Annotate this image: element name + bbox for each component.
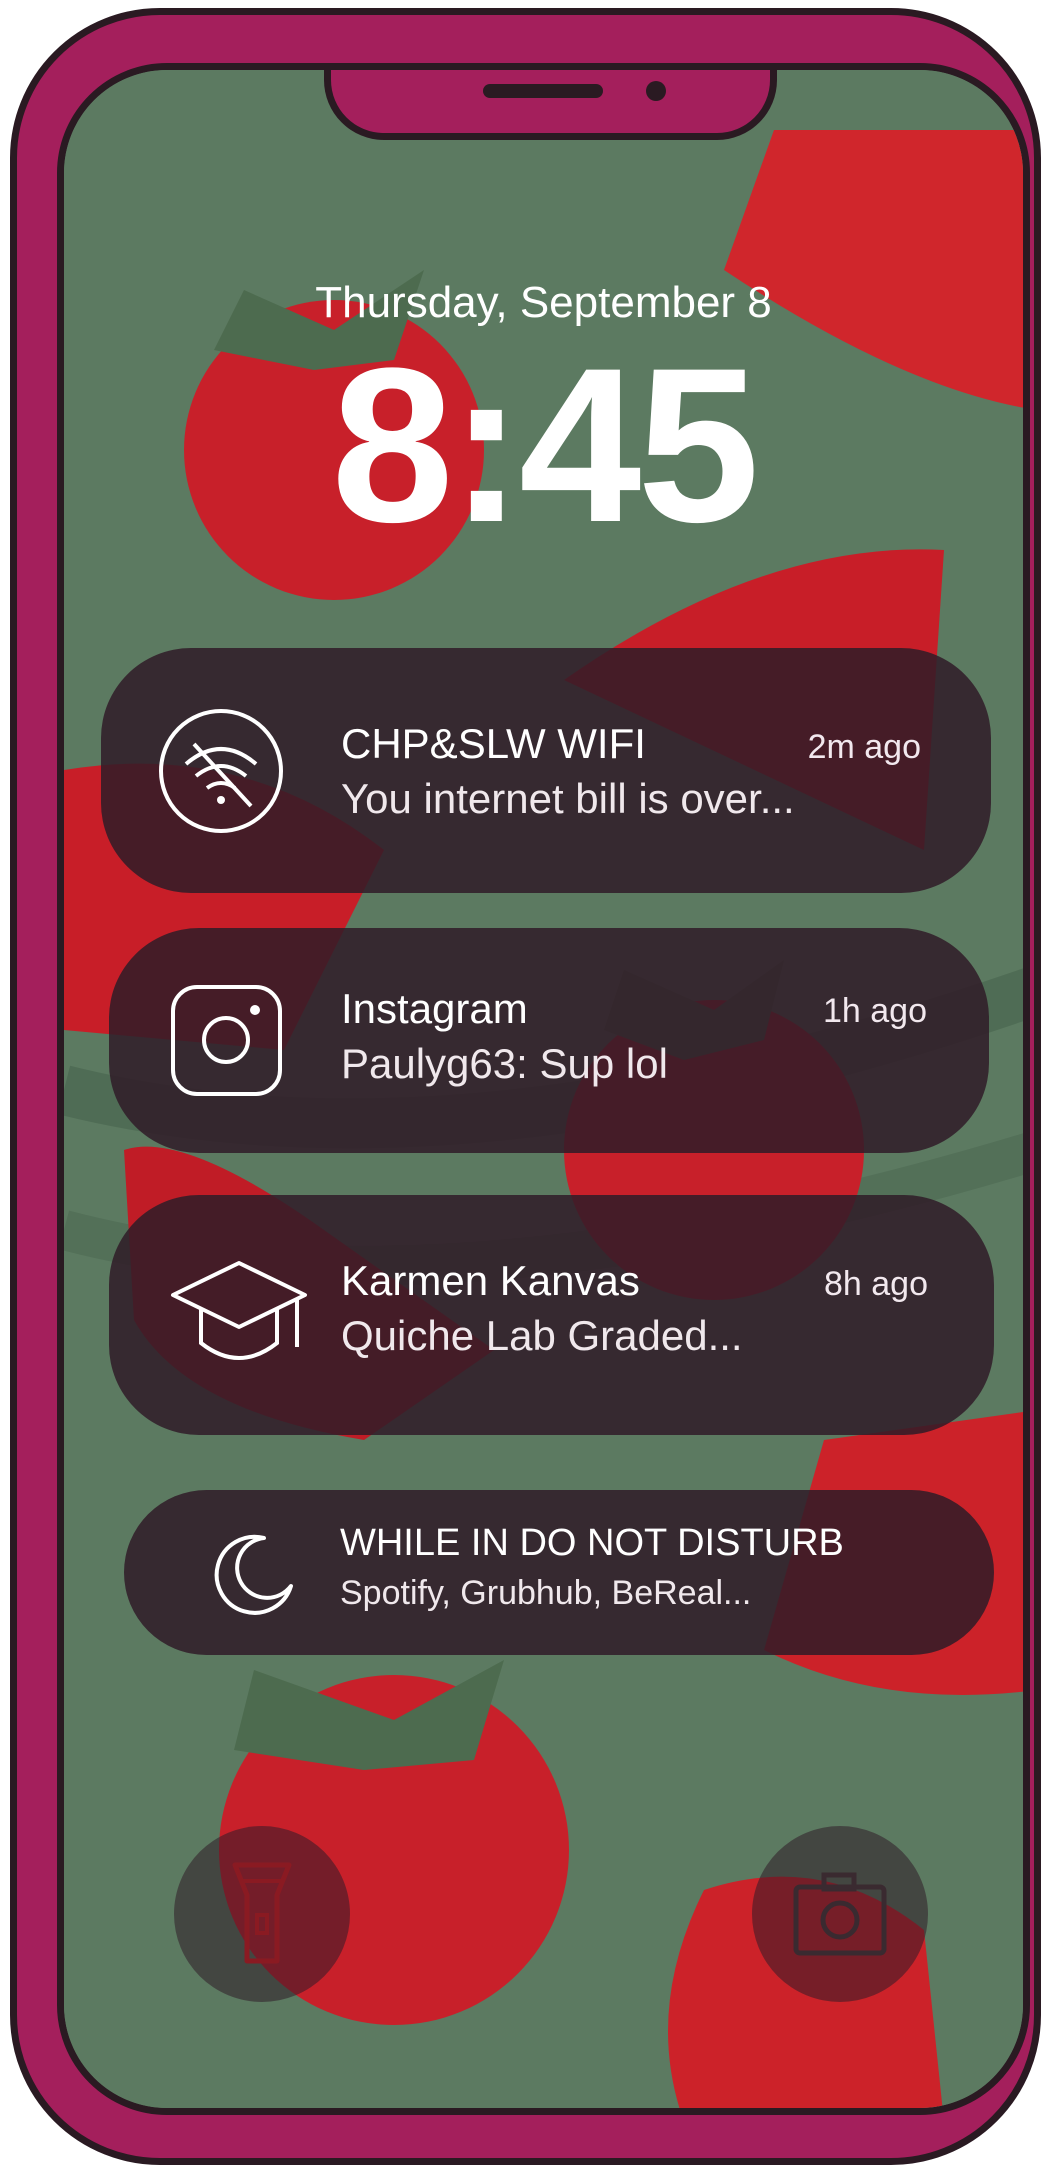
dnd-body: Spotify, Grubhub, BeReal... — [340, 1574, 752, 1612]
flashlight-button[interactable] — [174, 1826, 350, 2002]
notch — [324, 70, 777, 140]
notification-body: Quiche Lab Graded... — [341, 1312, 743, 1359]
lock-screen: Thursday, September 8 8:45 CHP&SLW WIFI … — [57, 63, 1030, 2115]
flashlight-icon — [232, 1862, 292, 1964]
dnd-title: WHILE IN DO NOT DISTURB — [340, 1522, 844, 1564]
lock-time: 8:45 — [331, 322, 759, 568]
notification-app-name: CHP&SLW WIFI — [341, 720, 646, 767]
front-camera — [646, 81, 666, 101]
speaker-grille — [483, 84, 603, 98]
notification-body: You internet bill is over... — [341, 775, 795, 822]
notification-time: 2m ago — [807, 728, 921, 766]
notification-instagram[interactable]: Instagram 1h ago Paulyg63: Sup lol — [109, 928, 989, 1153]
notification-kanvas[interactable]: Karmen Kanvas 8h ago Quiche Lab Graded..… — [109, 1195, 994, 1435]
camera-icon — [793, 1872, 887, 1956]
wifi-off-icon — [156, 706, 286, 836]
notification-app-name: Karmen Kanvas — [341, 1257, 640, 1304]
instagram-icon — [169, 983, 284, 1098]
camera-button[interactable] — [752, 1826, 928, 2002]
dnd-summary[interactable]: WHILE IN DO NOT DISTURB Spotify, Grubhub… — [124, 1490, 994, 1655]
notification-time: 1h ago — [823, 992, 927, 1030]
notification-time: 8h ago — [824, 1265, 928, 1303]
phone-frame: Thursday, September 8 8:45 CHP&SLW WIFI … — [10, 8, 1041, 2165]
graduation-cap-icon — [169, 1255, 309, 1375]
notification-app-name: Instagram — [341, 985, 528, 1032]
moon-icon — [209, 1528, 299, 1618]
notification-body: Paulyg63: Sup lol — [341, 1040, 668, 1087]
lock-date: Thursday, September 8 — [315, 278, 772, 327]
notification-wifi[interactable]: CHP&SLW WIFI 2m ago You internet bill is… — [101, 648, 991, 893]
